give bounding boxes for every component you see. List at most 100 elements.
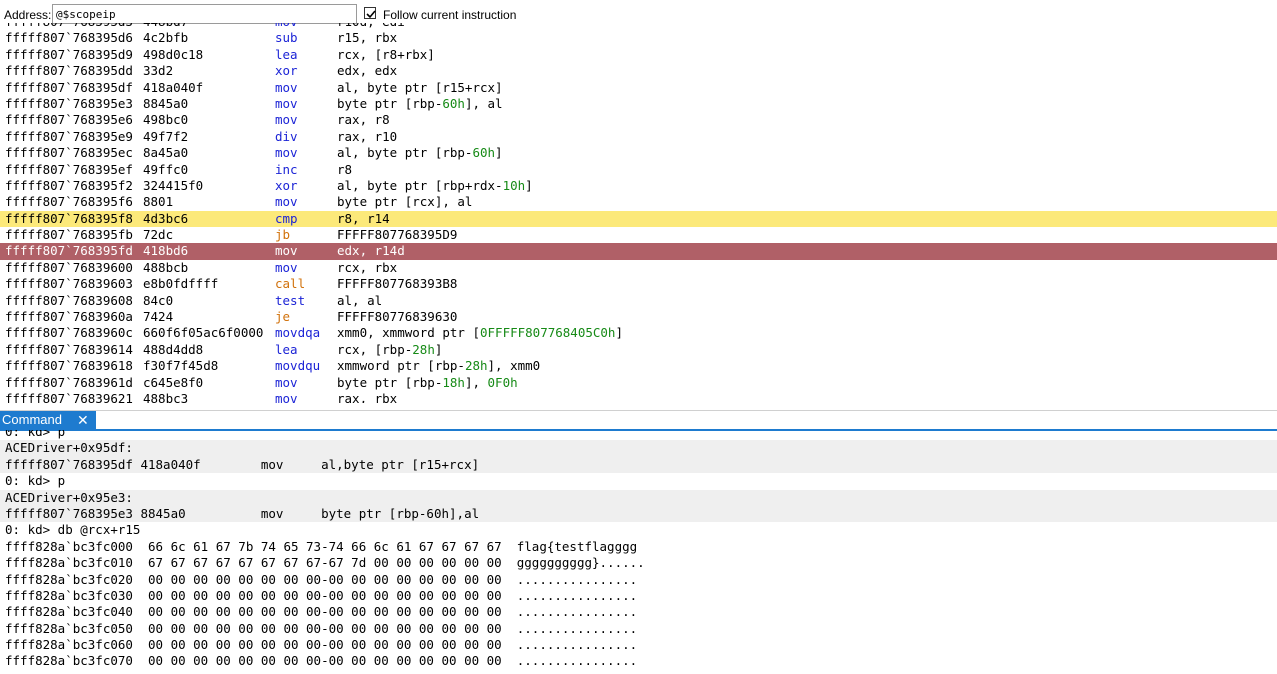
disasm-address: fffff807`768395fb — [5, 227, 133, 243]
follow-instruction-checkbox[interactable] — [364, 7, 376, 19]
command-output-line: ffff828a`bc3fc040 00 00 00 00 00 00 00 0… — [5, 604, 638, 620]
disasm-mnemonic: mov — [275, 243, 298, 259]
disasm-row-current[interactable]: fffff807`768395f8 4d3bc6 cmp r8, r14 — [0, 210, 1277, 228]
disasm-mnemonic: mov — [275, 145, 298, 161]
disasm-row[interactable]: fffff807`768395e9 49f7f2 div rax, r10 — [0, 129, 1277, 145]
disasm-row[interactable]: fffff807`768395f2 324415f0 xor al, byte ptr… — [0, 178, 1277, 194]
disasm-row[interactable]: fffff807`768395d9 498d0c18 lea rcx, [r8+rbx… — [0, 47, 1277, 63]
disasm-address: fffff807`768395ef — [5, 161, 133, 177]
disasm-row[interactable]: fffff807`7683960a 7424 je FFFFF80776839630 — [0, 309, 1277, 325]
disasm-operands: r8 — [337, 161, 353, 177]
disasm-row[interactable]: fffff807`768395ec 8a45a0 mov al, byte ptr [… — [0, 145, 1277, 161]
disasm-operands: rcx, [rbp-28h] — [337, 341, 443, 357]
disasm-mnemonic: mov — [275, 95, 298, 111]
disasm-row[interactable]: fffff807`76839614 488d4dd8 lea rcx, [rbp-28… — [0, 342, 1277, 358]
disasm-row[interactable]: fffff807`768395e6 498bc0 mov rax, r8 — [0, 112, 1277, 128]
disasm-row[interactable]: fffff807`76839600 488bcb mov rcx, rbx — [0, 260, 1277, 276]
disasm-mnemonic: lea — [275, 341, 298, 357]
command-output-line: ffff828a`bc3fc050 00 00 00 00 00 00 00 0… — [5, 620, 638, 636]
close-icon[interactable]: ✕ — [77, 411, 89, 429]
disasm-mnemonic: inc — [275, 161, 298, 177]
disasm-bytes: 72dc — [143, 227, 174, 243]
disasm-row-breakpoint[interactable]: fffff807`768395fd 418bd6 mov edx, r14d — [0, 243, 1277, 260]
disasm-row[interactable]: fffff807`768395ef 49ffc0 inc r8 — [0, 162, 1277, 178]
address-input[interactable] — [52, 4, 357, 24]
disasm-bytes: 324415f0 — [143, 177, 204, 193]
disasm-bytes: 4d3bc6 — [143, 210, 189, 226]
disasm-address: fffff807`768395d9 — [5, 46, 133, 62]
disasm-address: fffff807`768395f8 — [5, 210, 133, 226]
disasm-operands: r8, r14 — [337, 210, 390, 226]
command-tab-strip: Command ✕ — [0, 410, 1277, 431]
command-output-line: ffff828a`bc3fc020 00 00 00 00 00 00 00 0… — [5, 571, 638, 587]
disasm-row[interactable]: fffff807`7683960c 660f6f05ac6f0000 movdqa x… — [0, 325, 1277, 341]
disasm-operands: rcx, rbx — [337, 259, 398, 275]
disasm-bytes: 8a45a0 — [143, 145, 189, 161]
disasm-operands: FFFFF807768393B8 — [337, 276, 458, 292]
disasm-row[interactable]: fffff807`768395d3 448bd7 mov r10d, edi — [0, 23, 1277, 30]
disasm-mnemonic: jb — [275, 227, 291, 243]
disasm-bytes: 4c2bfb — [143, 30, 189, 46]
disasm-address: fffff807`7683960c — [5, 325, 133, 341]
disasm-address: fffff807`768395fd — [5, 243, 133, 259]
disasm-row[interactable]: fffff807`768395e3 8845a0 mov byte ptr [rbp-… — [0, 96, 1277, 112]
disasm-address: fffff807`768395d6 — [5, 30, 133, 46]
disasm-mnemonic: movdqa — [275, 325, 321, 341]
command-output[interactable]: 0: kd> p ACEDriver+0x95df: fffff807`768395… — [0, 430, 1277, 674]
disassembly-view[interactable]: fffff807`768395d3448bd7movr10d, edifffff… — [0, 23, 1277, 403]
disasm-address: fffff807`76839600 — [5, 259, 133, 275]
disasm-bytes: 660f6f05ac6f0000 — [143, 325, 264, 341]
disasm-address: fffff807`7683960a — [5, 309, 133, 325]
disasm-row[interactable]: fffff807`768395f6 8801 mov byte ptr [rcx], … — [0, 194, 1277, 210]
disasm-row[interactable]: fffff807`76839621 488bc3 mov rax, rbx — [0, 391, 1277, 403]
disasm-operands: FFFFF80776839630 — [337, 309, 458, 325]
disasm-address: fffff807`768395d3 — [5, 23, 133, 30]
disasm-address: fffff807`768395df — [5, 79, 133, 95]
disasm-address: fffff807`768395dd — [5, 63, 133, 79]
disasm-operands: al, byte ptr [rbp+rdx-10h] — [337, 177, 533, 193]
disasm-row[interactable]: fffff807`76839603 e8b0fdffff call FFFFF8077… — [0, 276, 1277, 292]
disasm-bytes: 49ffc0 — [143, 161, 189, 177]
disasm-bytes: 8801 — [143, 194, 174, 210]
disasm-row[interactable]: fffff807`768395fb 72dc jb FFFFF807768395D9 — [0, 227, 1277, 243]
disasm-mnemonic: xor — [275, 63, 298, 79]
checkmark-icon — [366, 10, 376, 19]
disasm-bytes: 418bd6 — [143, 243, 189, 259]
command-output-line: ffff828a`bc3fc030 00 00 00 00 00 00 00 0… — [5, 587, 638, 603]
disasm-mnemonic: mov — [275, 390, 298, 403]
disasm-row[interactable]: fffff807`768395dd 33d2 xor edx, edx — [0, 63, 1277, 79]
disasm-address: fffff807`768395e6 — [5, 112, 133, 128]
disasm-address: fffff807`76839618 — [5, 358, 133, 374]
disasm-mnemonic: mov — [275, 259, 298, 275]
disasm-address: fffff807`76839603 — [5, 276, 133, 292]
command-output-line: fffff807`768395e3 8845a0 mov byte ptr [r… — [0, 505, 1277, 523]
disasm-address: fffff807`7683961d — [5, 374, 133, 390]
disasm-row[interactable]: fffff807`768395d6 4c2bfb sub r15, rbx — [0, 30, 1277, 46]
disasm-row[interactable]: fffff807`76839618 f30f7f45d8 movdqu xmmword… — [0, 358, 1277, 374]
disasm-mnemonic: mov — [275, 374, 298, 390]
disasm-mnemonic: xor — [275, 177, 298, 193]
disasm-mnemonic: cmp — [275, 210, 298, 226]
command-output-line: ffff828a`bc3fc070 00 00 00 00 00 00 00 0… — [5, 653, 638, 669]
disasm-row[interactable]: fffff807`7683961d c645e8f0 mov byte ptr [rb… — [0, 375, 1277, 391]
disasm-operands: edx, edx — [337, 63, 398, 79]
command-output-line: 0: kd> p — [5, 430, 66, 439]
operand-number: 0FFFFF807768405C0h — [480, 325, 616, 341]
disasm-bytes: 448bd7 — [143, 23, 188, 30]
command-output-line: ffff828a`bc3fc010 67 67 67 67 67 67 67 6… — [5, 555, 645, 571]
disasm-bytes: c645e8f0 — [143, 374, 204, 390]
operand-number: 0F0h — [487, 374, 518, 390]
disasm-mnemonic: sub — [275, 30, 298, 46]
tab-command[interactable]: Command ✕ — [0, 411, 96, 429]
disasm-bytes: 33d2 — [143, 63, 174, 79]
disasm-address: fffff807`768395f2 — [5, 177, 133, 193]
disasm-bytes: 84c0 — [143, 292, 174, 308]
disasm-bytes: 488bcb — [143, 259, 189, 275]
disasm-mnemonic: movdqu — [275, 358, 321, 374]
disasm-row[interactable]: fffff807`768395df 418a040f mov al, byte ptr… — [0, 80, 1277, 96]
disasm-row[interactable]: fffff807`76839608 84c0 test al, al — [0, 293, 1277, 309]
disasm-operands: rax, r10 — [337, 128, 398, 144]
disasm-bytes: 488bc3 — [143, 390, 189, 403]
disasm-mnemonic: div — [275, 128, 298, 144]
disasm-mnemonic: lea — [275, 46, 298, 62]
